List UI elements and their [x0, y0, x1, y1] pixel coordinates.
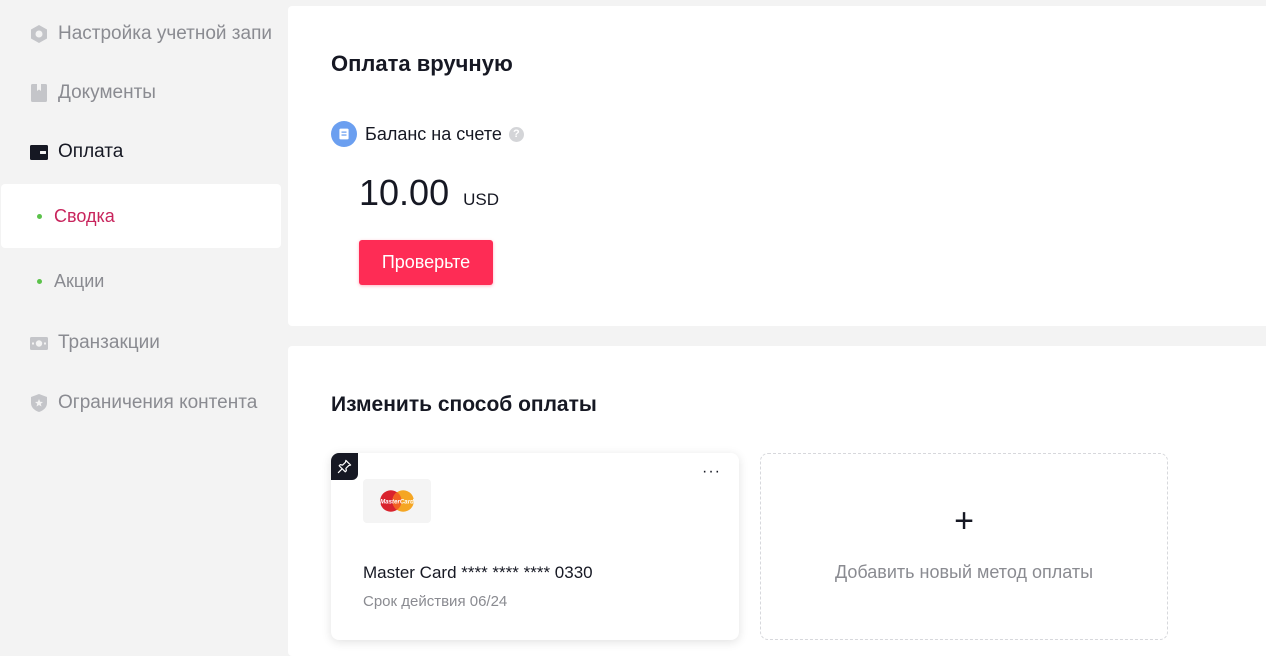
panel-title: Изменить способ оплаты — [331, 393, 597, 416]
panel-title: Оплата вручную — [331, 51, 513, 76]
sidebar-item-label: Настройка учетной запи — [58, 23, 272, 44]
sidebar-item-documents[interactable]: Документы — [0, 63, 282, 123]
sidebar-item-payment[interactable]: Оплата — [0, 122, 282, 182]
sidebar-subitem-promotions[interactable]: Акции — [1, 249, 281, 313]
card-expiry: Срок действия 06/24 — [363, 593, 508, 610]
account-settings-icon — [28, 23, 50, 45]
mastercard-logo: MasterCard — [363, 479, 431, 523]
sidebar-subitem-label: Акции — [54, 270, 105, 291]
check-button[interactable]: Проверьте — [359, 240, 493, 285]
balance-currency: USD — [463, 190, 499, 209]
balance-label: Баланс на счете — [365, 123, 502, 144]
sidebar-subitem-label: Сводка — [54, 205, 115, 226]
sidebar-item-transactions[interactable]: Транзакции — [0, 313, 282, 373]
card-number: Master Card **** **** **** 0330 — [363, 563, 593, 582]
sidebar: Настройка учетной запи Документы Оплата … — [0, 0, 288, 656]
sidebar-subitem-summary[interactable]: Сводка — [1, 184, 281, 248]
add-payment-method-label: Добавить новый метод оплаты — [834, 562, 1094, 582]
help-icon[interactable]: ? — [508, 126, 524, 142]
transactions-icon — [28, 332, 50, 354]
sidebar-item-account-settings[interactable]: Настройка учетной запи — [0, 4, 282, 64]
sidebar-item-label: Документы — [58, 82, 156, 103]
sidebar-item-content-restrictions[interactable]: Ограничения контента — [0, 373, 282, 433]
payment-method-panel: Изменить способ оплаты ··· MasterCard Ma… — [288, 346, 1266, 656]
svg-text:MasterCard: MasterCard — [380, 498, 414, 505]
sidebar-item-label: Оплата — [58, 141, 124, 162]
manual-payment-panel: Оплата вручную Баланс на счете ? 10.00 U… — [288, 6, 1266, 326]
bullet-dot — [37, 278, 42, 284]
document-icon — [28, 82, 50, 104]
more-options-icon[interactable]: ··· — [702, 464, 721, 480]
wallet-icon — [28, 141, 50, 163]
add-payment-method-button[interactable]: + Добавить новый метод оплаты — [760, 453, 1168, 640]
sidebar-item-label: Ограничения контента — [58, 392, 258, 413]
pin-icon[interactable] — [331, 453, 358, 480]
balance-value: 10.00 — [359, 172, 450, 213]
shield-icon — [28, 392, 50, 414]
bullet-dot — [37, 213, 42, 219]
saved-card[interactable]: ··· MasterCard Master Card **** **** ***… — [331, 453, 739, 640]
balance-row: Баланс на счете ? — [331, 121, 524, 147]
balance-amount: 10.00 USD — [359, 172, 499, 214]
sidebar-item-label: Транзакции — [58, 332, 160, 353]
balance-icon — [331, 121, 357, 147]
plus-icon: + — [954, 502, 974, 540]
